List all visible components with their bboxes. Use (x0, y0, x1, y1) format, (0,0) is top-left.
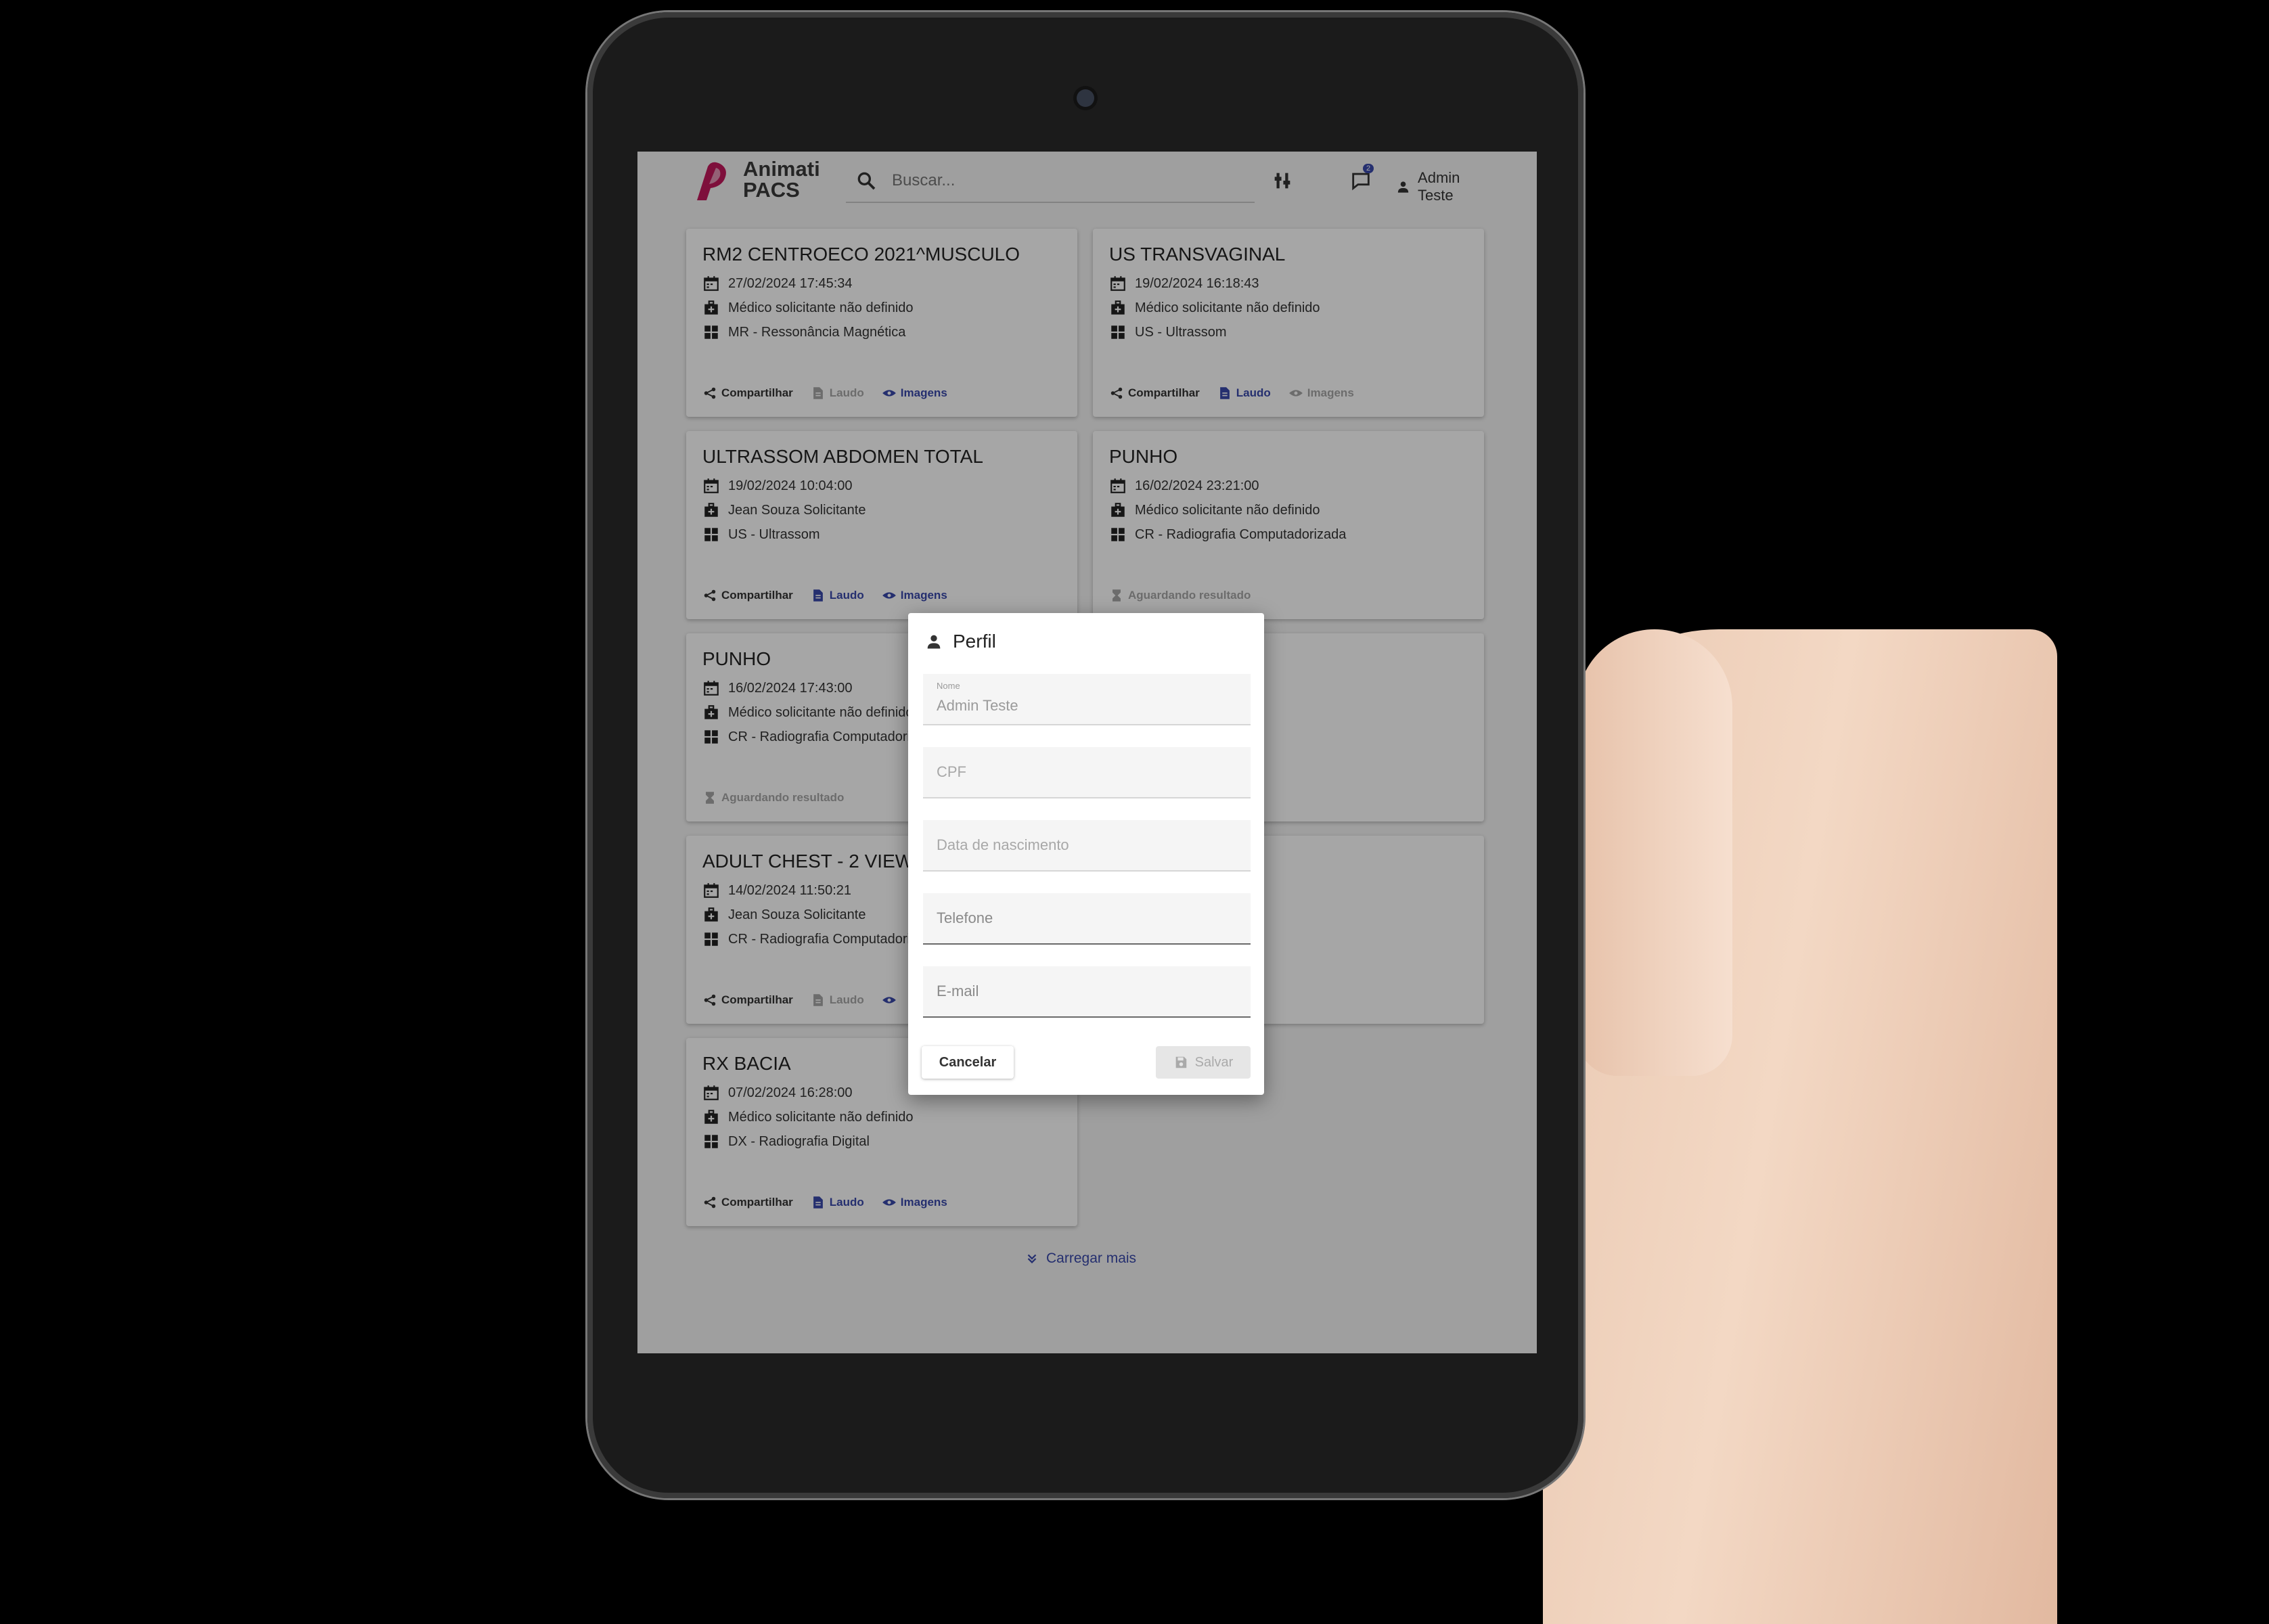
birthdate-placeholder: Data de nascimento (937, 836, 1069, 853)
birthdate-field[interactable]: Data de nascimento (923, 820, 1251, 872)
save-icon (1175, 1056, 1186, 1068)
cancel-button[interactable]: Cancelar (922, 1046, 1014, 1079)
person-icon (927, 635, 941, 649)
phone-field[interactable]: Telefone (923, 893, 1251, 945)
dialog-title-text: Perfil (953, 631, 996, 652)
cpf-placeholder: CPF (937, 763, 966, 780)
email-field[interactable]: E-mail (923, 966, 1251, 1018)
phone-placeholder: Telefone (937, 909, 993, 926)
save-button[interactable]: Salvar (1156, 1046, 1251, 1079)
cpf-field[interactable]: CPF (923, 747, 1251, 798)
profile-dialog: Perfil Nome Admin Teste CPF Data de nasc… (908, 613, 1264, 1095)
email-placeholder: E-mail (937, 983, 979, 999)
name-field[interactable]: Nome Admin Teste (923, 674, 1251, 725)
camera-icon (1077, 89, 1094, 107)
dialog-title: Perfil (924, 631, 996, 652)
name-value: Admin Teste (937, 697, 1018, 714)
save-label: Salvar (1194, 1054, 1234, 1070)
finger (1577, 629, 1732, 1076)
name-label: Nome (937, 681, 960, 691)
